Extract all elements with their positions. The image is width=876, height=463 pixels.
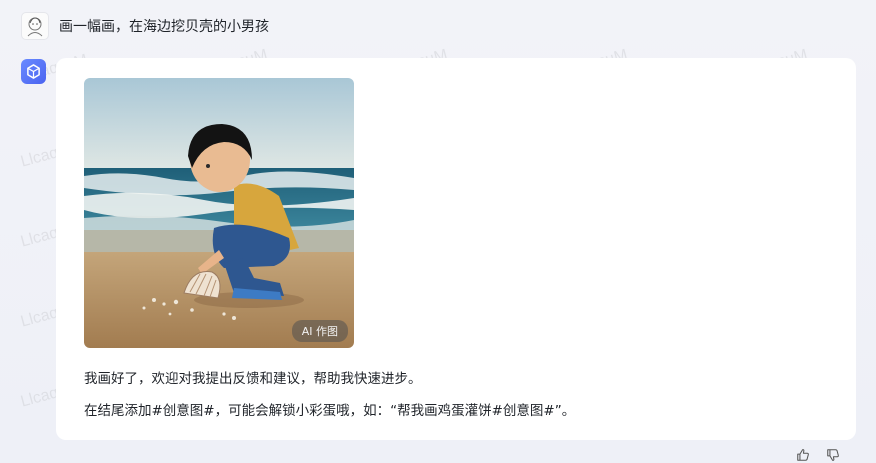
cube-logo-icon [27, 64, 40, 79]
feedback-actions [795, 447, 841, 463]
reply-text-line-1: 我画好了，欢迎对我提出反馈和建议，帮助我快速进步。 [84, 371, 422, 387]
user-message-text: 画一幅画，在海边挖贝壳的小男孩 [59, 19, 269, 35]
sketch-avatar-icon [27, 17, 43, 37]
thumbs-down-icon[interactable] [825, 447, 841, 463]
user-message-row: 画一幅画，在海边挖贝壳的小男孩 [21, 12, 269, 40]
assistant-response-bubble: AI 作图 我画好了，欢迎对我提出反馈和建议，帮助我快速进步。 在结尾添加#创意… [56, 58, 856, 440]
generated-image[interactable]: AI 作图 [84, 78, 354, 348]
thumbs-up-icon[interactable] [795, 447, 811, 463]
ai-generated-badge: AI 作图 [291, 320, 348, 342]
beach-boy-illustration [84, 78, 354, 348]
reply-text-line-2: 在结尾添加#创意图#，可能会解锁小彩蛋哦，如：“帮我画鸡蛋灌饼#创意图#”。 [84, 403, 576, 419]
assistant-avatar [21, 59, 46, 84]
user-avatar[interactable] [21, 12, 49, 40]
